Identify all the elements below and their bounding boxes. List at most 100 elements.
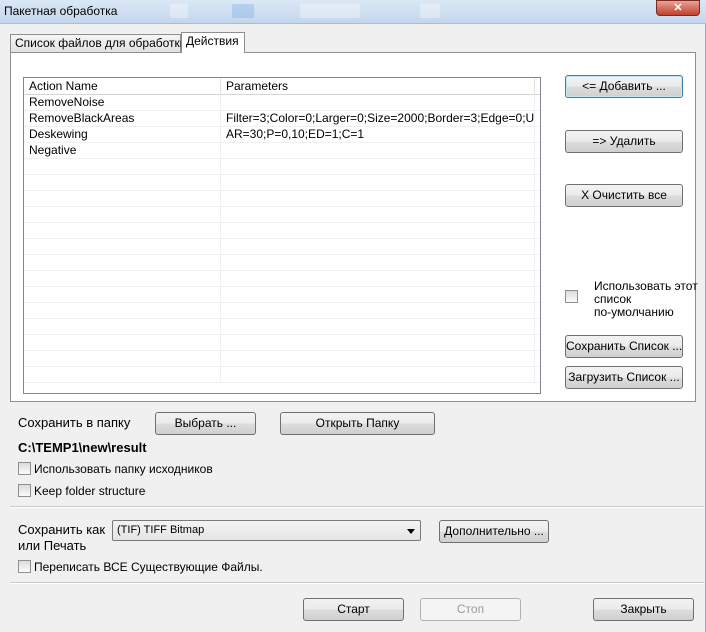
cell-action-name <box>24 335 221 351</box>
save-as-label-line1: Сохранить как <box>18 522 106 537</box>
cell-parameters <box>221 95 535 111</box>
batch-processing-window: Пакетная обработка ✕ Список файлов для о… <box>0 0 706 632</box>
output-format-value: (TIF) TIFF Bitmap <box>117 524 205 536</box>
cell-parameters: Filter=3;Color=0;Larger=0;Size=2000;Bord… <box>221 111 535 127</box>
background-window-ghost <box>232 4 254 18</box>
background-window-ghost <box>170 4 188 18</box>
table-row[interactable]: RemoveNoise <box>24 95 540 111</box>
use-default-list-label-line2: список <box>594 292 632 306</box>
cell-action-name <box>24 319 221 335</box>
cell-action-name <box>24 271 221 287</box>
save-as-label-line2: или Печать <box>18 538 87 553</box>
tab-file-list[interactable]: Список файлов для обработки <box>10 34 187 52</box>
cell-action-name <box>24 255 221 271</box>
add-action-button[interactable]: <= Добавить ... <box>565 75 683 98</box>
cell-action-name: RemoveNoise <box>24 95 221 111</box>
cell-parameters <box>221 239 535 255</box>
cell-action-name: Deskewing <box>24 127 221 143</box>
remove-action-button[interactable]: => Удалить <box>565 130 683 153</box>
table-row[interactable] <box>24 319 540 335</box>
use-source-folder-checkbox[interactable] <box>18 462 31 475</box>
title-bar: Пакетная обработка ✕ <box>0 0 706 24</box>
cell-parameters: AR=30;P=0,10;ED=1;C=1 <box>221 127 535 143</box>
table-row[interactable] <box>24 175 540 191</box>
close-icon: ✕ <box>673 2 683 14</box>
table-row[interactable] <box>24 367 540 383</box>
cell-parameters <box>221 319 535 335</box>
tab-actions[interactable]: Действия <box>181 32 245 53</box>
cell-action-name <box>24 207 221 223</box>
chevron-down-icon <box>407 529 415 534</box>
output-format-select[interactable]: (TIF) TIFF Bitmap <box>112 520 421 541</box>
tab-file-list-label: Список файлов для обработки <box>15 36 187 50</box>
table-row[interactable] <box>24 223 540 239</box>
table-row[interactable] <box>24 271 540 287</box>
open-folder-button[interactable]: Открыть Папку <box>280 412 435 435</box>
table-row[interactable] <box>24 207 540 223</box>
separator <box>10 506 704 508</box>
cell-action-name <box>24 175 221 191</box>
table-row[interactable]: Deskewing AR=30;P=0,10;ED=1;C=1 <box>24 127 540 143</box>
cell-parameters <box>221 207 535 223</box>
separator <box>10 582 704 584</box>
cell-parameters <box>221 191 535 207</box>
stop-button[interactable]: Стоп <box>420 598 521 621</box>
choose-folder-button[interactable]: Выбрать ... <box>155 412 256 435</box>
cell-action-name <box>24 287 221 303</box>
cell-action-name <box>24 367 221 383</box>
tab-actions-label: Действия <box>186 34 239 48</box>
column-header-parameters[interactable]: Parameters <box>221 78 535 95</box>
load-list-button[interactable]: Загрузить Список ... <box>565 366 683 389</box>
use-default-list-label-line3: по-умолчанию <box>594 305 674 319</box>
start-button[interactable]: Старт <box>303 598 404 621</box>
actions-grid[interactable]: Action Name Parameters RemoveNoise Remove… <box>23 77 541 394</box>
cell-action-name <box>24 303 221 319</box>
cell-parameters <box>221 159 535 175</box>
close-window-button[interactable]: ✕ <box>656 0 700 16</box>
cell-action-name: Negative <box>24 143 221 159</box>
save-to-folder-label: Сохранить в папку <box>18 415 131 430</box>
cell-parameters <box>221 351 535 367</box>
keep-folder-structure-checkbox[interactable] <box>18 484 31 497</box>
save-list-button[interactable]: Сохранить Список ... <box>565 335 683 358</box>
use-source-folder-label: Использовать папку исходников <box>34 462 213 476</box>
background-window-ghost <box>300 4 360 18</box>
overwrite-all-label: Переписать ВСЕ Существующие Файлы. <box>34 560 263 574</box>
overwrite-all-checkbox[interactable] <box>18 560 31 573</box>
table-row[interactable]: Negative <box>24 143 540 159</box>
table-row[interactable] <box>24 287 540 303</box>
cell-action-name <box>24 351 221 367</box>
cell-parameters <box>221 287 535 303</box>
cell-action-name <box>24 159 221 175</box>
actions-panel: Action Name Parameters RemoveNoise Remove… <box>10 52 698 402</box>
background-window-ghost <box>420 4 440 18</box>
cell-parameters <box>221 175 535 191</box>
window-title: Пакетная обработка <box>4 4 118 18</box>
use-default-list-label-line1: Использовать этот <box>594 279 698 293</box>
close-button[interactable]: Закрыть <box>593 598 694 621</box>
cell-parameters <box>221 271 535 287</box>
table-row[interactable] <box>24 159 540 175</box>
cell-parameters <box>221 255 535 271</box>
advanced-options-button[interactable]: Дополнительно ... <box>439 520 549 543</box>
table-row[interactable] <box>24 239 540 255</box>
cell-parameters <box>221 223 535 239</box>
table-row[interactable] <box>24 335 540 351</box>
column-header-action-name[interactable]: Action Name <box>24 78 221 95</box>
clear-all-button[interactable]: X Очистить все <box>565 184 683 207</box>
cell-action-name <box>24 239 221 255</box>
table-row[interactable] <box>24 191 540 207</box>
table-row[interactable] <box>24 303 540 319</box>
cell-parameters <box>221 303 535 319</box>
grid-header: Action Name Parameters <box>24 78 540 95</box>
cell-action-name: RemoveBlackAreas <box>24 111 221 127</box>
table-row[interactable] <box>24 351 540 367</box>
use-default-list-checkbox[interactable] <box>565 290 578 303</box>
cell-parameters <box>221 143 535 159</box>
keep-folder-structure-label: Keep folder structure <box>34 484 146 498</box>
table-row[interactable] <box>24 255 540 271</box>
cell-parameters <box>221 367 535 383</box>
cell-action-name <box>24 191 221 207</box>
table-row[interactable]: RemoveBlackAreas Filter=3;Color=0;Larger=… <box>24 111 540 127</box>
cell-parameters <box>221 335 535 351</box>
